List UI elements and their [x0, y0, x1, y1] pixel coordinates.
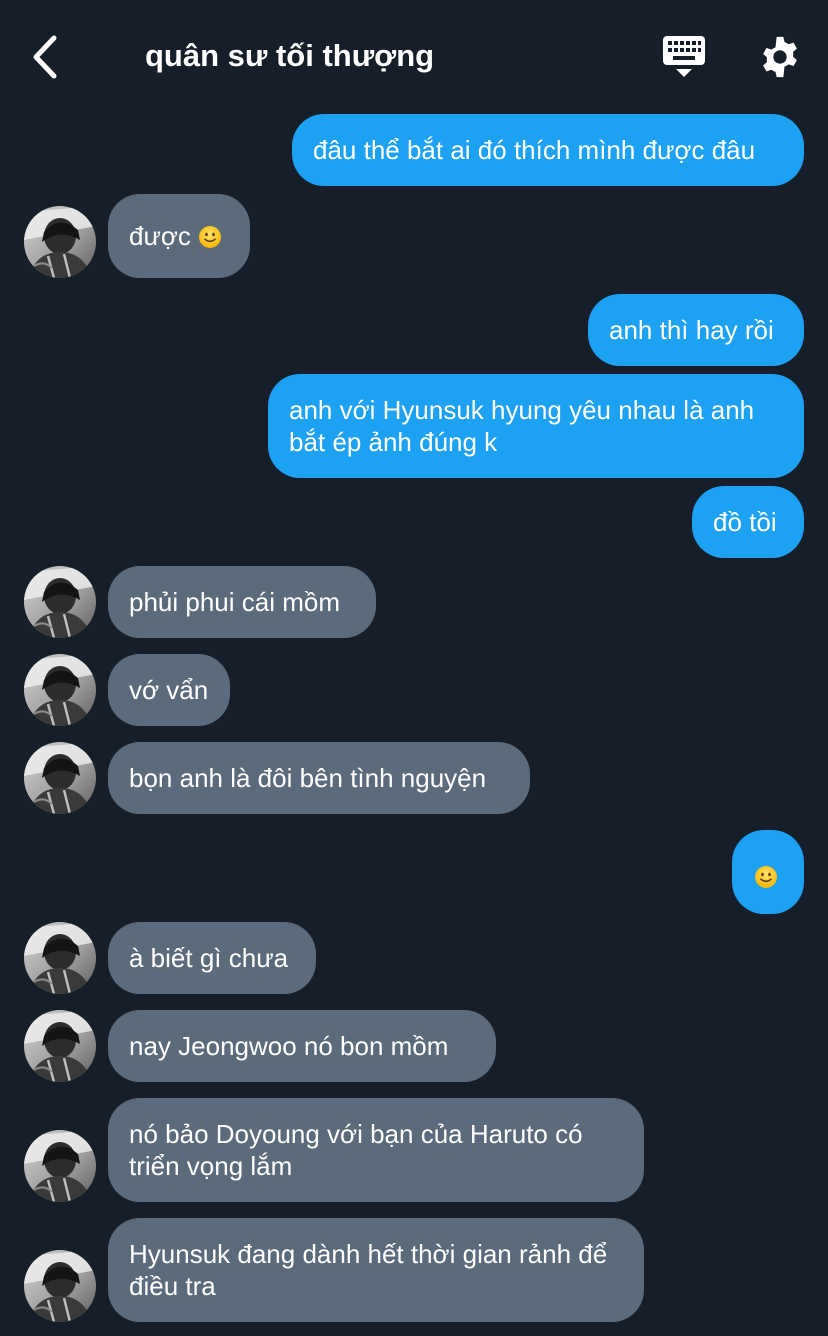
avatar[interactable] — [24, 1250, 96, 1322]
chevron-left-icon — [33, 35, 57, 79]
avatar[interactable] — [24, 1130, 96, 1202]
chat-title: quân sư tối thượng — [145, 38, 435, 73]
avatar[interactable] — [24, 566, 96, 638]
keyboard-icon — [663, 36, 705, 77]
keyboard-button[interactable] — [660, 34, 708, 80]
message-text: anh với Hyunsuk hyung yêu nhau là anh bắ… — [289, 395, 755, 457]
incoming-message[interactable]: nay Jeongwoo nó bon mồm — [108, 1010, 496, 1082]
message-text: nó bảo Doyoung với bạn của Haruto có tri… — [129, 1119, 583, 1181]
chat-header: quân sư tối thượng — [0, 0, 828, 110]
settings-button[interactable] — [756, 34, 804, 80]
slightly-smiling-face-emoji — [754, 865, 778, 889]
incoming-message[interactable]: vớ vẩn — [108, 654, 230, 726]
outgoing-message[interactable]: anh thì hay rồi — [588, 294, 804, 366]
slightly-smiling-face-emoji — [198, 225, 222, 249]
message-text: đồ tồi — [713, 507, 777, 537]
outgoing-message[interactable]: đồ tồi — [692, 486, 804, 558]
avatar[interactable] — [24, 654, 96, 726]
incoming-message[interactable]: phủi phui cái mồm — [108, 566, 376, 638]
message-text: vớ vẩn — [129, 675, 209, 705]
outgoing-message[interactable]: đâu thể bắt ai đó thích mình được đâu — [292, 114, 804, 186]
avatar[interactable] — [24, 206, 96, 278]
message-text: nay Jeongwoo nó bon mồm — [129, 1031, 449, 1061]
incoming-message[interactable]: Hyunsuk đang dành hết thời gian rảnh để … — [108, 1218, 644, 1322]
message-text: Hyunsuk đang dành hết thời gian rảnh để … — [129, 1239, 608, 1301]
message-text: phủi phui cái mồm — [129, 587, 340, 617]
incoming-message[interactable]: nó bảo Doyoung với bạn của Haruto có tri… — [108, 1098, 644, 1202]
message-text: bọn anh là đôi bên tình nguyện — [129, 763, 487, 793]
avatar[interactable] — [24, 922, 96, 994]
avatar[interactable] — [24, 1010, 96, 1082]
gear-icon — [763, 36, 797, 78]
back-button[interactable] — [26, 34, 66, 80]
message-text: à biết gì chưa — [129, 943, 289, 973]
avatar[interactable] — [24, 742, 96, 814]
outgoing-message[interactable]: anh với Hyunsuk hyung yêu nhau là anh bắ… — [268, 374, 804, 478]
incoming-message[interactable]: bọn anh là đôi bên tình nguyện — [108, 742, 530, 814]
incoming-message[interactable]: à biết gì chưa — [108, 922, 316, 994]
message-text: được — [129, 221, 191, 251]
outgoing-message[interactable] — [732, 830, 804, 914]
message-text: đâu thể bắt ai đó thích mình được đâu — [313, 135, 756, 165]
message-text: anh thì hay rồi — [609, 315, 774, 345]
incoming-message[interactable]: được — [108, 194, 250, 278]
